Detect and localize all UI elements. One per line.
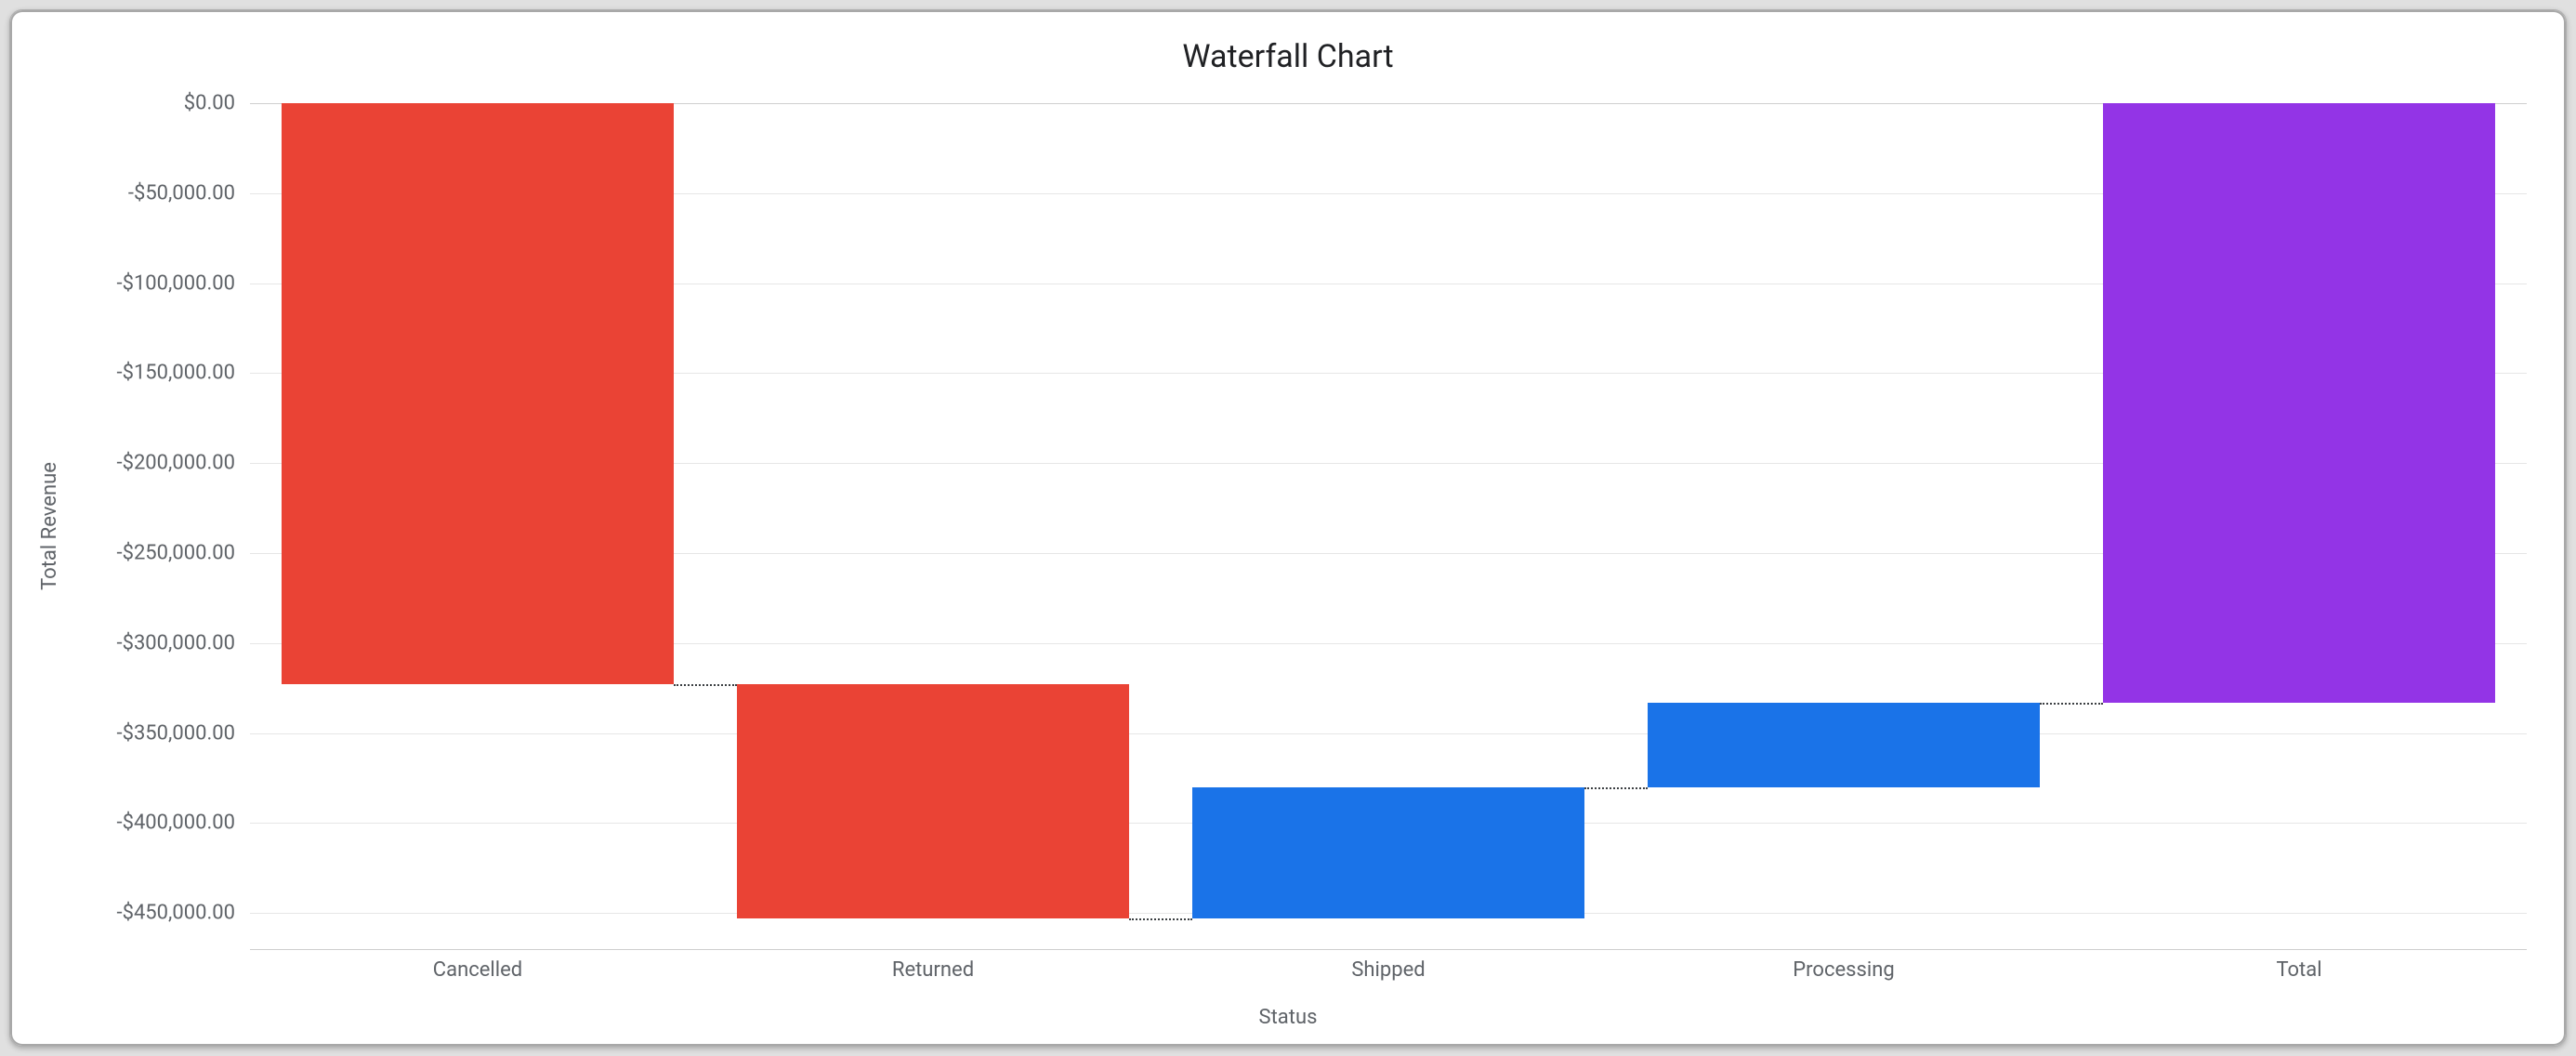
connector <box>2040 703 2104 705</box>
y-tick-label: -$350,000.00 <box>117 721 236 745</box>
y-tick-label: -$450,000.00 <box>117 902 236 925</box>
y-tick-label: -$200,000.00 <box>117 452 236 475</box>
x-tick-label: Returned <box>892 958 974 982</box>
bar-cancelled[interactable] <box>282 103 673 684</box>
connector <box>674 684 738 686</box>
bar-total[interactable] <box>2103 103 2494 703</box>
gridline <box>250 733 2527 734</box>
y-tick-label: -$100,000.00 <box>117 271 236 295</box>
y-tick-label: -$50,000.00 <box>128 181 235 205</box>
y-axis-label: Total Revenue <box>38 462 61 590</box>
connector <box>1584 787 1649 789</box>
bar-returned[interactable] <box>737 684 1128 918</box>
y-tick-label: -$250,000.00 <box>117 542 236 565</box>
y-tick-label: -$400,000.00 <box>117 812 236 835</box>
chart-title: Waterfall Chart <box>10 38 2566 75</box>
y-tick-label: -$300,000.00 <box>117 631 236 654</box>
chart-card: Waterfall Chart Total Revenue Status $0.… <box>9 9 2567 1047</box>
plot-area <box>250 103 2527 949</box>
x-axis-label: Status <box>10 1006 2566 1029</box>
x-tick-label: Cancelled <box>433 958 522 982</box>
x-tick-label: Processing <box>1793 958 1894 982</box>
x-tick-label: Total <box>2276 958 2321 982</box>
bar-shipped[interactable] <box>1192 787 1584 918</box>
y-tick-label: $0.00 <box>184 92 235 115</box>
bar-processing[interactable] <box>1648 703 2039 787</box>
connector <box>1129 918 1193 920</box>
x-tick-label: Shipped <box>1351 958 1425 982</box>
y-tick-label: -$150,000.00 <box>117 362 236 385</box>
